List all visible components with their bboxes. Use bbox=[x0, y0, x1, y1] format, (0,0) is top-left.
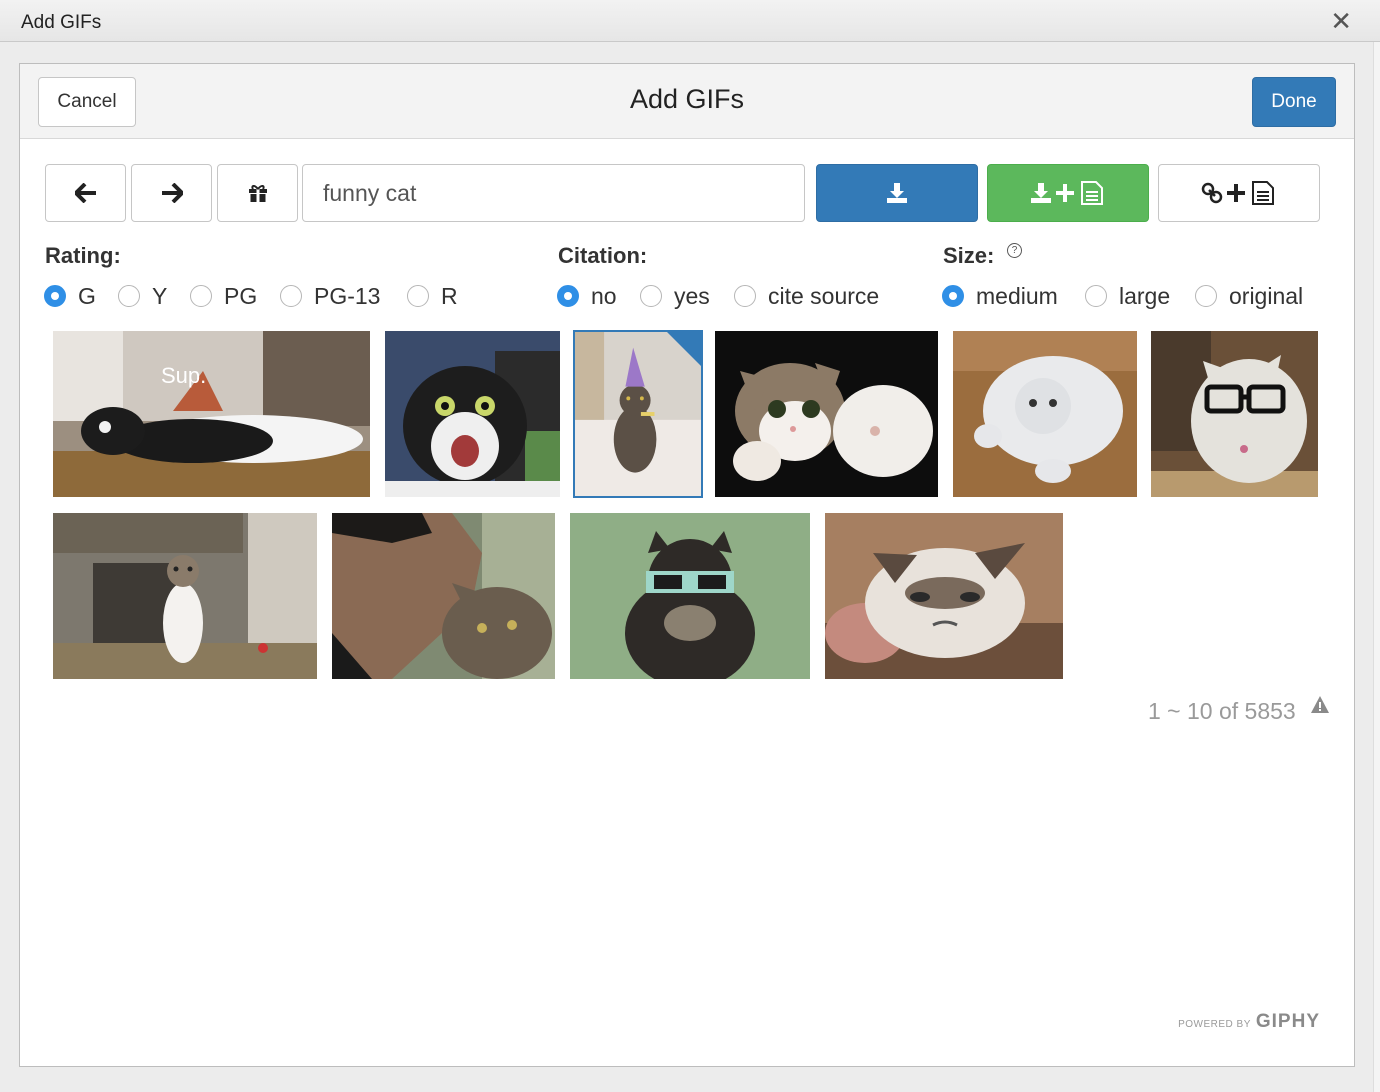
rating-radio-pg13[interactable]: PG-13 bbox=[280, 282, 380, 310]
powered-by-giphy-logo: POWERED BY GIPHY bbox=[1178, 1011, 1320, 1033]
gift-icon bbox=[248, 185, 267, 202]
insert-button[interactable] bbox=[816, 164, 978, 222]
size-label: Size: bbox=[943, 243, 995, 268]
radio-label: large bbox=[1119, 282, 1171, 309]
radio-icon bbox=[640, 285, 662, 307]
radio-label: original bbox=[1229, 282, 1304, 309]
radio-icon bbox=[280, 285, 302, 307]
rating-radio-g[interactable]: G bbox=[44, 282, 96, 310]
radio-label: R bbox=[441, 282, 458, 309]
gif-image bbox=[715, 331, 938, 497]
gif-image bbox=[825, 513, 1063, 679]
gif-thumbnail[interactable] bbox=[953, 331, 1137, 497]
radio-label: Y bbox=[152, 282, 168, 309]
radio-label: PG-13 bbox=[314, 282, 381, 309]
size-radio-medium[interactable]: medium bbox=[942, 282, 1058, 310]
gif-thumbnail[interactable] bbox=[332, 513, 555, 679]
radio-icon bbox=[190, 285, 212, 307]
radio-label: yes bbox=[674, 282, 710, 309]
radio-icon bbox=[1085, 285, 1107, 307]
search-input[interactable] bbox=[302, 164, 805, 222]
radio-label: cite source bbox=[768, 282, 880, 309]
citation-label: Citation: bbox=[558, 243, 648, 268]
rating-radio-pg[interactable]: PG bbox=[190, 282, 257, 310]
giphy-brand: GIPHY bbox=[1255, 1011, 1320, 1032]
gif-thumbnail[interactable] bbox=[715, 331, 938, 497]
arrow-right-icon bbox=[161, 183, 183, 203]
forward-button[interactable] bbox=[131, 164, 212, 222]
gif-image bbox=[1151, 331, 1318, 497]
citation-radio-cite-source[interactable]: cite source bbox=[734, 282, 879, 310]
radio-label: G bbox=[78, 282, 96, 309]
radio-icon bbox=[1195, 285, 1217, 307]
window-titlebar: Add GIFs ✕ bbox=[0, 0, 1380, 42]
selected-corner-marker bbox=[667, 332, 701, 366]
size-radio-original[interactable]: original bbox=[1195, 282, 1303, 310]
rating-label: Rating: bbox=[45, 243, 121, 268]
download-plus-file-icon bbox=[1031, 181, 1103, 205]
insert-and-attach-button[interactable] bbox=[987, 164, 1149, 222]
download-icon bbox=[887, 183, 907, 203]
warning-icon[interactable] bbox=[1310, 695, 1330, 715]
back-button[interactable] bbox=[45, 164, 126, 222]
gif-thumbnail-selected[interactable] bbox=[573, 330, 703, 498]
radio-label: medium bbox=[976, 282, 1058, 309]
link-plus-file-icon bbox=[1201, 181, 1274, 205]
gif-thumbnail[interactable] bbox=[53, 513, 317, 679]
random-gift-button[interactable] bbox=[217, 164, 298, 222]
gif-image bbox=[953, 331, 1137, 497]
rating-radio-y[interactable]: Y bbox=[118, 282, 167, 310]
gif-thumbnail[interactable] bbox=[570, 513, 810, 679]
citation-radio-yes[interactable]: yes bbox=[640, 282, 710, 310]
radio-selected-icon bbox=[44, 285, 66, 307]
radio-label: no bbox=[591, 282, 617, 309]
gif-image bbox=[53, 513, 317, 679]
gif-thumbnail[interactable] bbox=[825, 513, 1063, 679]
scrollbar[interactable] bbox=[1373, 42, 1380, 1092]
radio-label: PG bbox=[224, 282, 258, 309]
radio-icon bbox=[118, 285, 140, 307]
gif-caption: Sup. bbox=[161, 363, 206, 388]
radio-icon bbox=[734, 285, 756, 307]
gif-thumbnail[interactable] bbox=[1151, 331, 1318, 497]
powered-by-text: POWERED BY bbox=[1178, 1019, 1251, 1030]
gif-thumbnail[interactable]: Sup. bbox=[53, 331, 370, 497]
add-gifs-dialog: Cancel Add GIFs Done Rating: Citation: S… bbox=[19, 63, 1355, 1067]
arrow-left-icon bbox=[74, 183, 96, 203]
dialog-header: Cancel Add GIFs Done bbox=[20, 64, 1354, 139]
gif-image bbox=[570, 513, 810, 679]
gif-image bbox=[385, 331, 560, 497]
gif-image bbox=[332, 513, 555, 679]
radio-icon bbox=[407, 285, 429, 307]
radio-selected-icon bbox=[557, 285, 579, 307]
size-help-icon[interactable]: ? bbox=[1007, 243, 1022, 258]
gif-image: Sup. bbox=[53, 331, 370, 497]
results-pager: 1 ~ 10 of 5853 bbox=[1148, 698, 1296, 724]
radio-selected-icon bbox=[942, 285, 964, 307]
size-radio-large[interactable]: large bbox=[1085, 282, 1170, 310]
citation-radio-no[interactable]: no bbox=[557, 282, 617, 310]
window-title: Add GIFs bbox=[21, 12, 102, 33]
rating-radio-r[interactable]: R bbox=[407, 282, 458, 310]
dialog-title: Add GIFs bbox=[629, 84, 745, 114]
done-button[interactable]: Done bbox=[1252, 77, 1336, 127]
link-and-attach-button[interactable] bbox=[1158, 164, 1320, 222]
close-icon[interactable]: ✕ bbox=[1330, 8, 1352, 34]
gif-thumbnail[interactable] bbox=[385, 331, 560, 497]
